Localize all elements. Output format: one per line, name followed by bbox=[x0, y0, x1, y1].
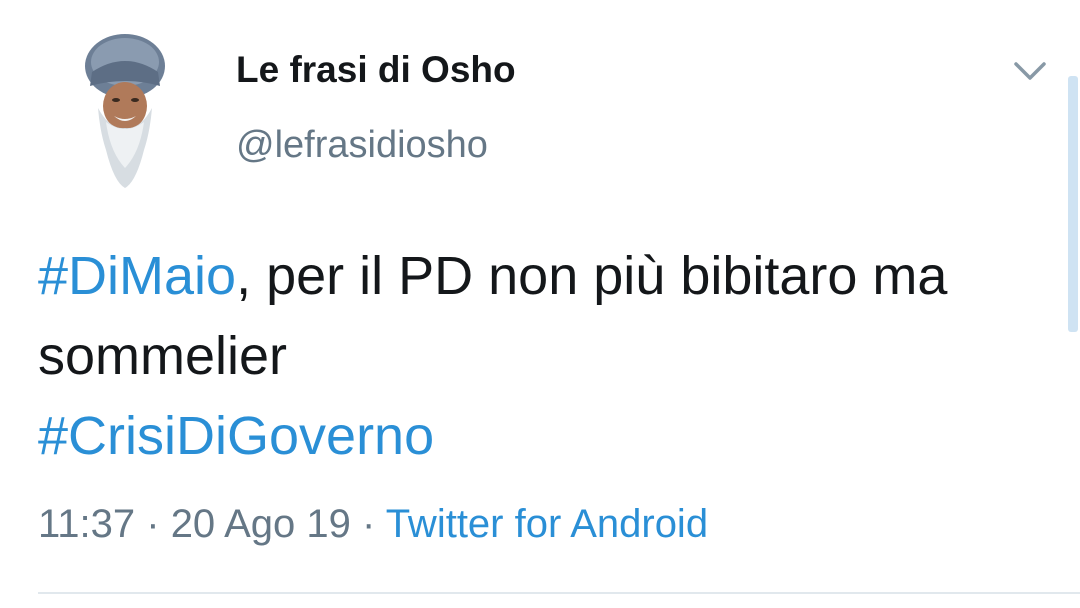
hashtag-dimaio[interactable]: #DiMaio bbox=[38, 246, 236, 306]
tweet-text: #DiMaio, per il PD non più bibitaro ma s… bbox=[38, 236, 1048, 476]
author-handle[interactable]: @lefrasidiosho bbox=[236, 124, 488, 167]
meta-separator: · bbox=[135, 502, 171, 546]
meta-separator: · bbox=[350, 502, 386, 546]
tweet-source-link[interactable]: Twitter for Android bbox=[386, 502, 708, 546]
chevron-down-icon[interactable] bbox=[1010, 58, 1050, 84]
author-display-name[interactable]: Le frasi di Osho bbox=[236, 49, 516, 91]
tweet-meta: 11:37 · 20 Ago 19 · Twitter for Android bbox=[38, 502, 708, 547]
scrollbar[interactable] bbox=[1068, 76, 1078, 332]
divider bbox=[38, 592, 1080, 594]
tweet-time: 11:37 bbox=[38, 502, 136, 546]
tweet-card: Le frasi di Osho @lefrasidiosho #DiMaio,… bbox=[0, 0, 1080, 608]
hashtag-crisidigoverno[interactable]: #CrisiDiGoverno bbox=[38, 406, 434, 466]
bearded-man-avatar-icon bbox=[85, 34, 165, 188]
tweet-date: 20 Ago 19 bbox=[170, 502, 351, 546]
avatar[interactable] bbox=[80, 32, 170, 190]
